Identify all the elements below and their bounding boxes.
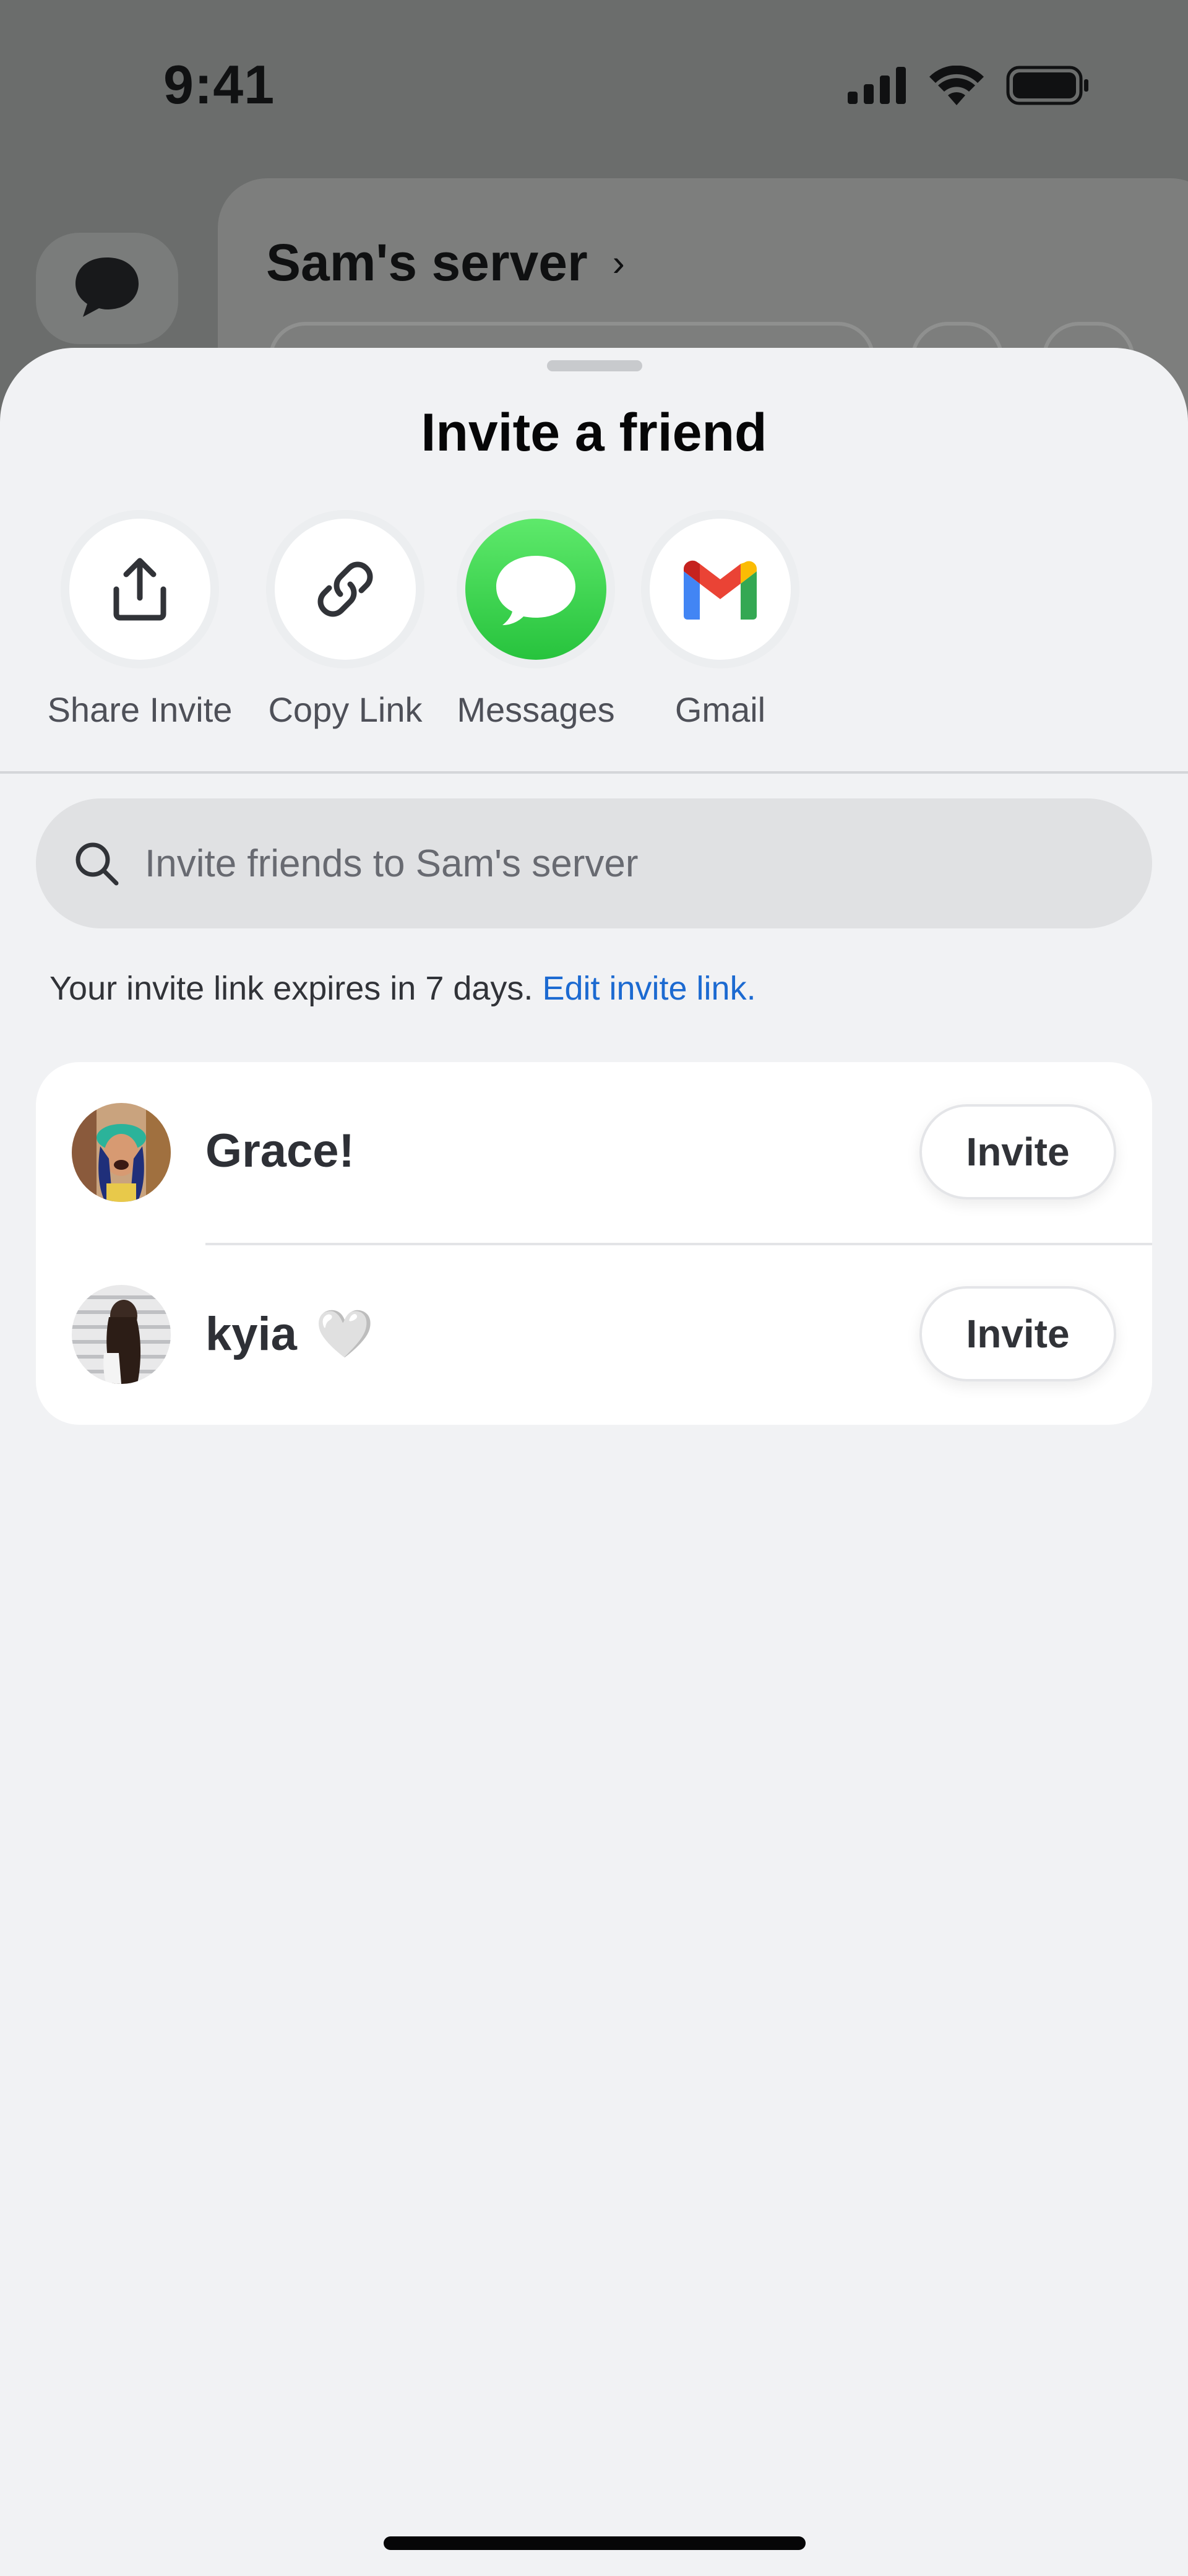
- friend-name: kyia 🤍: [205, 1306, 374, 1361]
- friend-name: Grace!: [205, 1125, 355, 1177]
- home-indicator: [384, 2536, 806, 2550]
- friend-row: Grace! Invite: [36, 1062, 1152, 1245]
- friend-row: kyia 🤍 Invite: [36, 1244, 1152, 1425]
- gmail-option[interactable]: Gmail: [627, 519, 813, 730]
- link-icon: [317, 561, 373, 617]
- status-time: 9:41: [163, 54, 275, 115]
- wifi-icon: [929, 66, 984, 105]
- status-icons: [848, 66, 1089, 105]
- messages-icon: [496, 556, 575, 625]
- invite-sheet: Invite a friend Share Invite Copy Link M…: [0, 348, 1188, 2576]
- status-bar: 9:41: [0, 0, 1188, 173]
- invite-button[interactable]: Invite: [919, 1104, 1116, 1199]
- direct-messages-button[interactable]: [36, 233, 178, 344]
- share-invite-label: Share Invite: [47, 690, 233, 729]
- invite-expiry-text: Your invite link expires in 7 days. Edit…: [50, 969, 756, 1008]
- search-bar[interactable]: [36, 798, 1152, 928]
- share-invite-button[interactable]: [69, 519, 210, 660]
- share-invite-option[interactable]: Share Invite: [47, 519, 233, 730]
- server-title[interactable]: Sam's server ›: [266, 233, 625, 293]
- section-divider: [0, 771, 1188, 774]
- share-icon: [113, 558, 166, 621]
- copy-link-option[interactable]: Copy Link: [252, 519, 438, 730]
- share-options: Share Invite Copy Link Messages Gmail: [0, 519, 1188, 729]
- avatar: [72, 1103, 171, 1202]
- drag-handle[interactable]: [547, 360, 642, 371]
- messages-option[interactable]: Messages: [443, 519, 629, 730]
- server-name: Sam's server: [266, 233, 588, 292]
- friends-list: Grace! Invite kyia 🤍 Invite: [36, 1062, 1152, 1425]
- expiry-message: Your invite link expires in 7 days.: [50, 970, 533, 1007]
- battery-icon: [1006, 66, 1088, 105]
- sheet-title: Invite a friend: [421, 403, 767, 462]
- search-input[interactable]: [145, 841, 1073, 886]
- gmail-icon: [684, 560, 757, 620]
- avatar: [72, 1285, 171, 1384]
- chat-bubble-icon: [75, 257, 139, 317]
- white-heart-emoji: 🤍: [315, 1306, 374, 1361]
- cellular-signal-icon: [848, 67, 906, 104]
- messages-label: Messages: [457, 690, 615, 729]
- invite-button[interactable]: Invite: [919, 1286, 1116, 1381]
- copy-link-button[interactable]: [275, 519, 416, 660]
- search-icon: [75, 842, 119, 886]
- chevron-right-icon: ›: [612, 242, 625, 283]
- gmail-label: Gmail: [674, 690, 766, 729]
- edit-invite-link[interactable]: Edit invite link.: [542, 970, 755, 1007]
- copy-link-label: Copy Link: [268, 690, 423, 729]
- gmail-button[interactable]: [650, 519, 791, 660]
- messages-button[interactable]: [465, 519, 606, 660]
